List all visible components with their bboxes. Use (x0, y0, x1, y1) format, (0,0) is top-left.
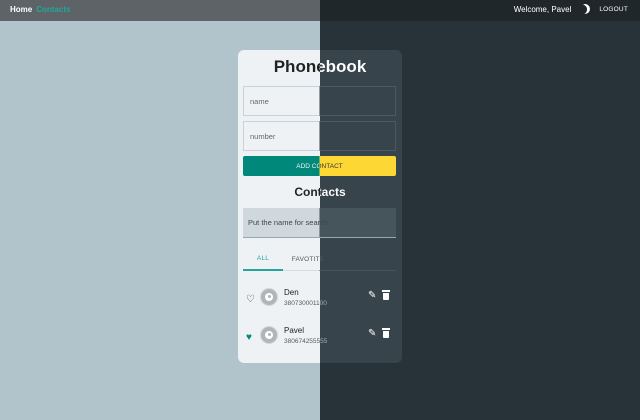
add-contact-button[interactable]: ADD CONTACT (243, 156, 396, 176)
edit-icon[interactable]: ✎ (368, 291, 376, 301)
search-input[interactable]: Put the name for search (243, 208, 396, 238)
avatar-icon (260, 288, 278, 306)
name-placeholder: name (250, 96, 269, 106)
tab-favorite[interactable]: FAVOTITE (283, 247, 333, 271)
nav-contacts-link[interactable]: Contacts (36, 5, 70, 14)
moon-icon[interactable] (580, 3, 592, 15)
heart-outline-icon[interactable]: ♡ (246, 295, 255, 305)
name-input[interactable]: name (243, 86, 396, 116)
contact-phone: 380730001100 (284, 300, 327, 307)
logout-button[interactable]: LOGOUT (599, 6, 628, 13)
nav-home-link[interactable]: Home (10, 5, 32, 14)
contacts-title: Contacts (238, 185, 402, 199)
avatar-icon (260, 326, 278, 344)
edit-icon[interactable]: ✎ (368, 329, 376, 339)
delete-icon[interactable] (382, 290, 390, 300)
welcome-text: Welcome, Pavel (513, 4, 572, 14)
contact-name: Den (284, 288, 299, 297)
delete-icon[interactable] (382, 328, 390, 338)
heart-filled-icon[interactable]: ♥ (246, 333, 252, 343)
page-title: Phonebook (238, 57, 402, 77)
user-area: Welcome, Pavel LOGOUT (514, 4, 628, 14)
number-placeholder: number (250, 131, 276, 141)
contact-name: Pavel (284, 326, 305, 335)
contact-row: ♡ Den 380730001100 ✎ (246, 287, 396, 317)
filter-tabs: ALL FAVOTITE (243, 247, 396, 271)
contact-phone: 380674255555 (284, 338, 328, 345)
top-nav-bar: Home Contacts Welcome, Pavel LOGOUT (0, 0, 640, 21)
nav-links: Home Contacts (10, 5, 70, 14)
phonebook-card: Phonebook name number ADD CONTACT Contac… (238, 50, 402, 363)
tab-all[interactable]: ALL (243, 247, 283, 271)
contact-row: ♥ Pavel 380674255555 ✎ (246, 325, 396, 355)
number-input[interactable]: number (243, 121, 396, 151)
add-contact-label: ADD CONTACT (296, 162, 343, 170)
search-placeholder: Put the name for search (248, 218, 329, 227)
